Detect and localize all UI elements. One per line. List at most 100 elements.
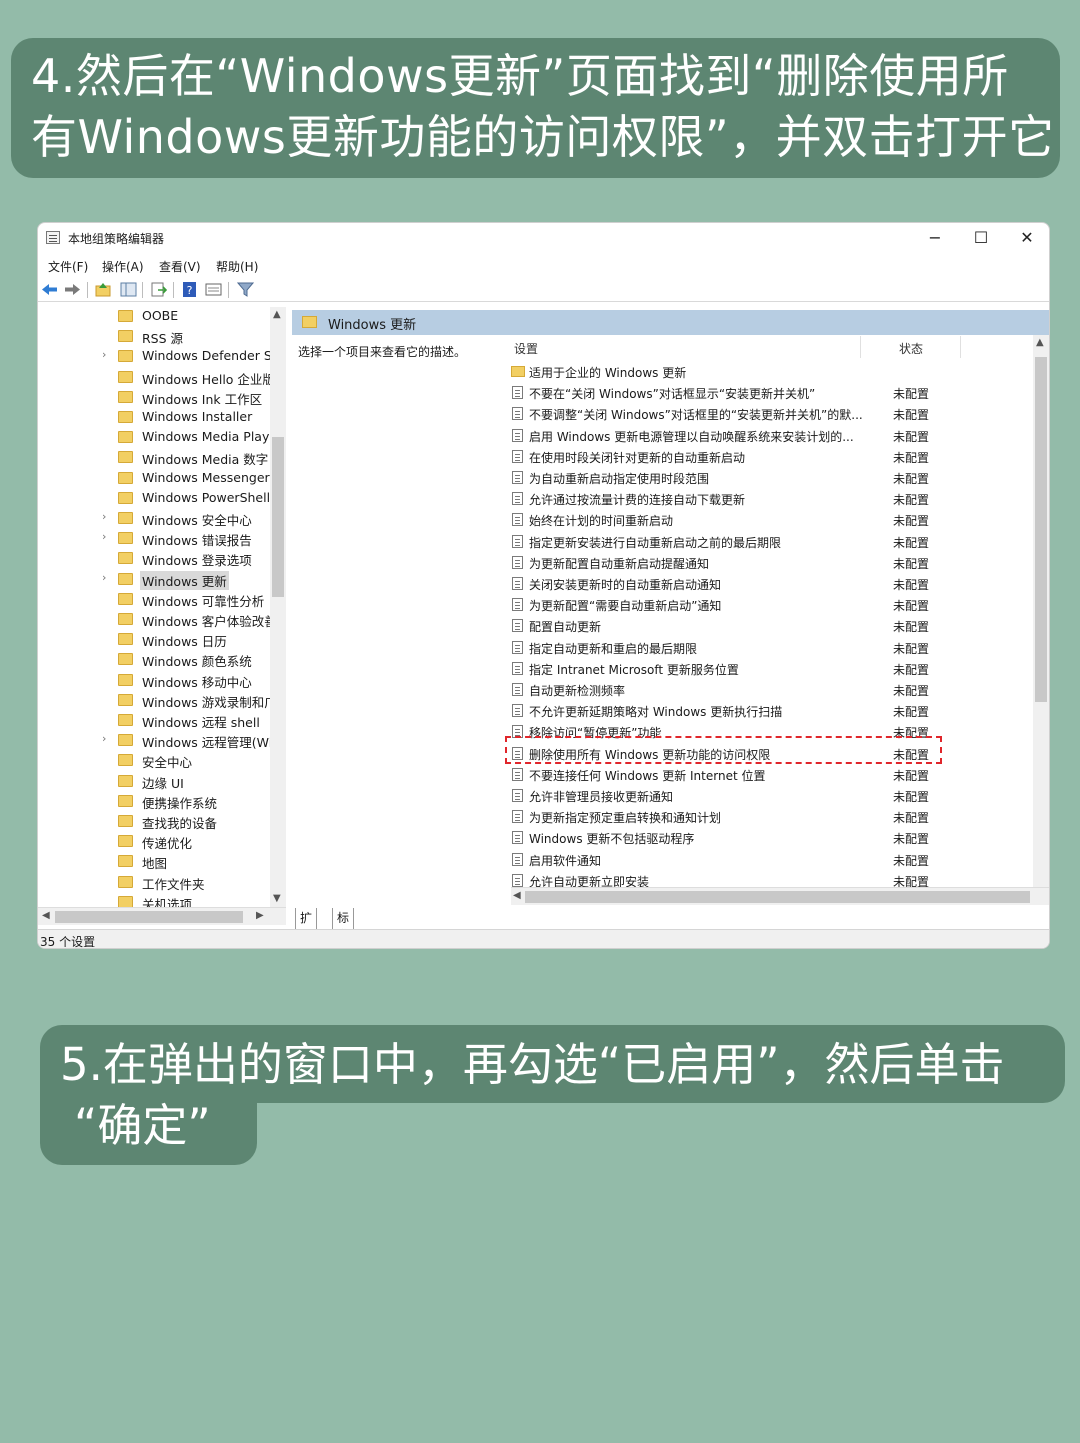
policy-row[interactable]: 不要在“关闭 Windows”对话框显示“安装更新并关机” 未配置 [511, 382, 991, 403]
policy-row[interactable]: 在使用时段关闭针对更新的自动重新启动 未配置 [511, 446, 991, 467]
policy-row[interactable]: 不要连接任何 Windows 更新 Internet 位置 未配置 [511, 764, 991, 785]
folder-icon [118, 411, 133, 423]
filter-icon[interactable] [237, 281, 254, 298]
policy-state: 未配置 [893, 832, 930, 847]
menu-help[interactable]: 帮助(H) [216, 258, 258, 275]
tree-item-label: Windows Installer [142, 409, 253, 424]
scroll-up-icon[interactable]: ▲ [1036, 337, 1044, 348]
policy-row[interactable]: 不允许更新延期策略对 Windows 更新执行扫描 未配置 [511, 700, 991, 721]
scroll-left-icon[interactable]: ◀ [42, 910, 50, 921]
folder-icon [118, 714, 133, 726]
policy-state: 未配置 [893, 408, 930, 423]
navigation-tree[interactable]: OOBE RSS 源 › Windows Defender Sr Windows Hel… [38, 307, 286, 907]
tree-item-label: 关机选项 [142, 896, 193, 907]
policy-name: 关闭安装更新时的自动重新启动通知 [529, 578, 722, 592]
tree-item-label: 地图 [142, 856, 168, 872]
tree-vertical-scrollbar[interactable]: ▲ ▼ [270, 307, 286, 907]
folder-row[interactable]: 适用于企业的 Windows 更新 [511, 361, 991, 382]
pane-header: Windows 更新 [292, 310, 1049, 335]
policy-row[interactable]: 指定 Intranet Microsoft 更新服务位置 未配置 [511, 658, 991, 679]
tree-item-label: Windows 可靠性分析 [142, 593, 265, 609]
policy-setting-icon [512, 873, 523, 887]
properties-icon[interactable] [205, 281, 222, 298]
policy-setting-icon [512, 767, 523, 781]
menu-view[interactable]: 查看(V) [159, 258, 201, 275]
policy-name: 启用软件通知 [529, 853, 602, 868]
policy-row[interactable]: 指定自动更新和重启的最后期限 未配置 [511, 637, 991, 658]
tree-item-label: Windows Media Playe [142, 429, 278, 445]
expand-chevron-icon[interactable]: › [102, 571, 106, 584]
status-bar: 35 个设置 [38, 929, 1049, 948]
folder-icon [118, 532, 133, 545]
folder-icon [118, 552, 133, 565]
policy-row[interactable]: 为更新配置“需要自动重新启动”通知 未配置 [511, 594, 991, 615]
expand-chevron-icon[interactable]: › [102, 348, 106, 361]
minimize-button[interactable]: − [923, 227, 947, 249]
help-icon[interactable]: ? [181, 281, 198, 298]
policy-name: 为自动重新启动指定使用时段范围 [529, 472, 710, 486]
tree-horizontal-scrollbar[interactable]: ◀ ▶ [38, 907, 286, 925]
policy-state: 未配置 [893, 641, 930, 656]
policy-row[interactable]: 为更新指定预定重启转换和通知计划 未配置 [511, 806, 991, 827]
maximize-button[interactable]: ☐ [969, 227, 993, 249]
policy-state: 未配置 [893, 450, 930, 465]
scroll-down-icon[interactable]: ▼ [273, 893, 281, 904]
policy-name: 不要调整“关闭 Windows”对话框里的“安装更新并关机”的默... [529, 408, 863, 423]
tree-item-label: Windows 登录选项 [142, 553, 252, 569]
tree-item-label: Windows 游戏录制和广 [142, 694, 277, 710]
folder-icon [118, 613, 133, 625]
export-list-icon[interactable] [150, 281, 167, 298]
policy-row[interactable]: 启用软件通知 未配置 [511, 849, 991, 870]
policy-row[interactable]: 指定更新安装进行自动重新启动之前的最后期限 未配置 [511, 531, 991, 552]
tree-item-label: Windows 日历 [142, 634, 227, 650]
policy-name: 始终在计划的时间重新启动 [529, 514, 674, 529]
tree-item-label: 查找我的设备 [142, 816, 218, 831]
tree-item-label: RSS 源 [142, 331, 184, 347]
policy-row[interactable]: 不要调整“关闭 Windows”对话框里的“安装更新并关机”的默... 未配置 [511, 403, 991, 424]
policy-row[interactable]: 配置自动更新 未配置 [511, 615, 991, 636]
toolbar: ? [38, 278, 1049, 302]
policy-state: 未配置 [893, 472, 930, 486]
policy-state: 未配置 [893, 387, 930, 402]
policy-row[interactable]: 允许非管理员接收更新通知 未配置 [511, 785, 991, 806]
menu-file[interactable]: 文件(F) [48, 258, 88, 275]
folder-icon [118, 754, 133, 767]
column-header-state[interactable]: 状态 [899, 340, 923, 357]
column-header-setting[interactable]: 设置 [514, 340, 538, 357]
expand-chevron-icon[interactable]: › [102, 530, 106, 543]
expand-chevron-icon[interactable]: › [102, 510, 106, 523]
forward-arrow-icon[interactable] [64, 281, 81, 298]
step4-line2: 有Windows更新功能的访问权限”，并双击打开它 [31, 110, 1055, 164]
folder-icon [118, 875, 133, 888]
folder-icon [118, 794, 133, 807]
settings-vertical-scrollbar[interactable]: ▲ [1033, 335, 1049, 890]
policy-row[interactable]: 自动更新检测频率 未配置 [511, 679, 991, 700]
policy-setting-icon [512, 471, 523, 484]
policy-name: 指定更新安装进行自动重新启动之前的最后期限 [529, 535, 782, 550]
policy-row[interactable]: 关闭安装更新时的自动重新启动通知 未配置 [511, 573, 991, 594]
show-hide-tree-icon[interactable] [120, 281, 137, 298]
back-arrow-icon[interactable] [41, 281, 58, 298]
close-button[interactable]: ✕ [1015, 227, 1039, 249]
policy-row[interactable]: 为更新配置自动重新启动提醒通知 未配置 [511, 552, 991, 573]
policy-state: 未配置 [893, 620, 930, 635]
scroll-up-icon[interactable]: ▲ [273, 309, 281, 320]
expand-chevron-icon[interactable]: › [102, 732, 106, 745]
tree-item-label: 安全中心 [142, 755, 193, 771]
policy-row[interactable]: 始终在计划的时间重新启动 未配置 [511, 509, 991, 530]
folder-icon [118, 471, 133, 484]
policy-row[interactable]: 允许通过按流量计费的连接自动下载更新 未配置 [511, 488, 991, 509]
policy-setting-icon [512, 577, 523, 590]
policy-editor-app-icon [46, 231, 60, 244]
scroll-right-icon[interactable]: ▶ [256, 910, 264, 921]
scroll-left-icon[interactable]: ◀ [513, 890, 521, 901]
policy-row[interactable]: 启用 Windows 更新电源管理以自动唤醒系统来安装计划的... 未配置 [511, 425, 991, 446]
policy-setting-icon [512, 661, 523, 675]
policy-setting-icon [512, 789, 523, 802]
policy-row[interactable]: Windows 更新不包括驱动程序 未配置 [511, 827, 991, 848]
policy-row[interactable]: 为自动重新启动指定使用时段范围 未配置 [511, 467, 991, 488]
settings-horizontal-scrollbar[interactable]: ◀ [511, 887, 1049, 905]
policy-setting-icon [512, 810, 523, 824]
up-folder-icon[interactable] [95, 281, 112, 298]
menu-action[interactable]: 操作(A) [102, 258, 144, 275]
